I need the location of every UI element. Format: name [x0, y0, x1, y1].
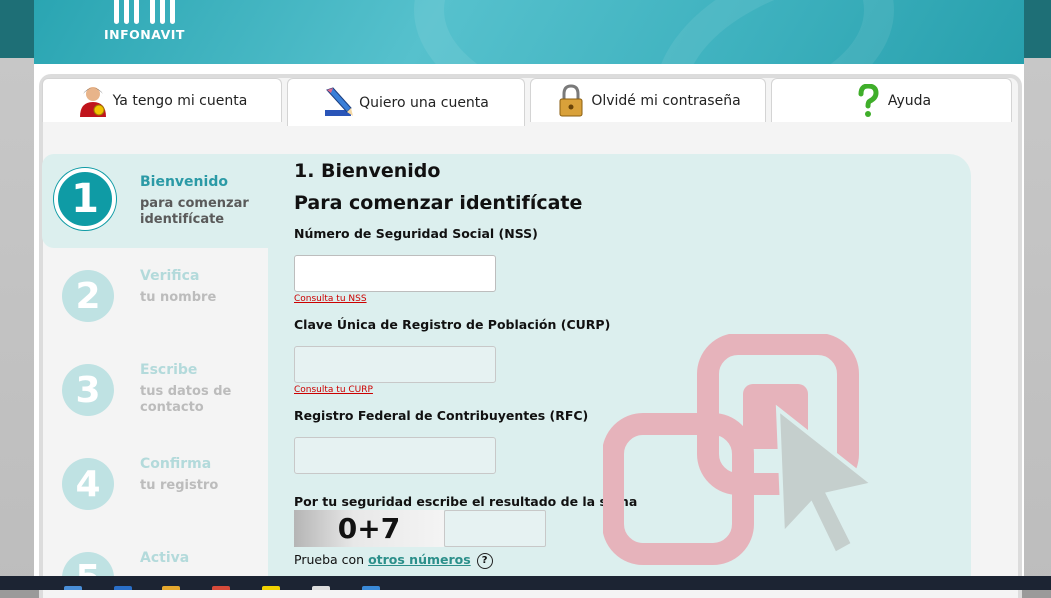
logo-mark-icon	[114, 0, 184, 24]
help-icon[interactable]: ?	[476, 552, 493, 569]
taskbar-app-icon[interactable]	[114, 586, 132, 590]
os-taskbar	[0, 576, 1051, 590]
step-item: 1 Bienvenido para comenzar identifícate	[42, 154, 268, 248]
taskbar-app-icon[interactable]	[212, 586, 230, 590]
curp-label: Clave Única de Registro de Población (CU…	[294, 317, 611, 332]
step-number-badge: 3	[62, 364, 114, 416]
taskbar-app-icon[interactable]	[262, 586, 280, 590]
step-subtitle: tu registro	[140, 478, 219, 493]
registration-content: 1 Bienvenido para comenzar identifícate …	[42, 154, 977, 590]
captcha-refresh-prefix: Prueba con	[294, 552, 369, 567]
step-item: 2 Verifica tu nombre	[42, 248, 268, 342]
tab-olvide-mi-contrasena[interactable]: Olvidé mi contraseña	[530, 78, 766, 122]
consulta-nss-link[interactable]: Consulta tu NSS	[294, 294, 367, 304]
rfc-input[interactable]	[294, 437, 496, 474]
tab-ya-tengo-mi-cuenta[interactable]: Ya tengo mi cuenta	[42, 78, 282, 122]
step-item: 3 Escribe tus datos de contacto	[42, 342, 268, 436]
step-subtitle: tus datos de contacto	[140, 384, 232, 415]
taskbar-app-icon[interactable]	[312, 586, 330, 590]
captcha-refresh-row: Prueba con otros números?	[294, 552, 493, 569]
captcha-label: Por tu seguridad escribe el resultado de…	[294, 494, 638, 509]
step-title: Confirma	[140, 456, 212, 472]
header-wave-decoration	[654, 0, 1024, 64]
infonavit-logo[interactable]: INFONAVIT	[104, 0, 194, 44]
step-item: 4 Confirma tu registro	[42, 436, 268, 530]
captcha-answer-input[interactable]	[444, 510, 546, 547]
step-number-badge: 4	[62, 458, 114, 510]
tab-label: Quiero una cuenta	[359, 94, 489, 111]
rfc-label: Registro Federal de Contribuyentes (RFC)	[294, 408, 589, 423]
padlock-icon	[555, 83, 587, 118]
page-background-left	[0, 0, 34, 590]
page-background-right	[1024, 0, 1051, 590]
nss-input[interactable]	[294, 255, 496, 292]
tab-label: Ya tengo mi cuenta	[112, 92, 248, 109]
logo-text: INFONAVIT	[104, 27, 185, 42]
site-header: INFONAVIT	[34, 0, 1024, 64]
pencil-icon	[323, 86, 355, 120]
tab-quiero-una-cuenta[interactable]: Quiero una cuenta	[287, 78, 525, 126]
form-panel: 1. Bienvenido Para comenzar identifícate…	[268, 154, 971, 590]
main-page: Ya tengo mi cuenta Quiero una cuenta Olv…	[34, 64, 1024, 598]
consulta-curp-link[interactable]: Consulta tu CURP	[294, 385, 373, 395]
linked-cursor-watermark-icon	[603, 334, 878, 565]
tab-ayuda[interactable]: Ayuda	[771, 78, 1012, 122]
taskbar-app-icon[interactable]	[64, 586, 82, 590]
step-subtitle: tu nombre	[140, 290, 217, 305]
nss-label: Número de Seguridad Social (NSS)	[294, 226, 538, 241]
step-number-badge: 2	[62, 270, 114, 322]
step-title: Activa	[140, 550, 190, 566]
step-title: Bienvenido	[140, 174, 228, 190]
user-badge-icon	[77, 84, 109, 118]
step-title: Verifica	[140, 268, 200, 284]
tab-label: Olvidé mi contraseña	[591, 92, 741, 109]
tab-bar: Ya tengo mi cuenta Quiero una cuenta Olv…	[42, 78, 1012, 126]
curp-input[interactable]	[294, 346, 496, 383]
question-icon	[852, 82, 884, 118]
step-subtitle: para comenzar identifícate	[140, 196, 249, 227]
step-title: Escribe	[140, 362, 198, 378]
step-list: 1 Bienvenido para comenzar identifícate …	[42, 154, 268, 590]
step-number-badge: 1	[54, 168, 116, 230]
form-subheading: Para comenzar identifícate	[294, 192, 583, 214]
otros-numeros-link[interactable]: otros números	[368, 552, 471, 567]
taskbar-app-icon[interactable]	[162, 586, 180, 590]
tab-label: Ayuda	[887, 92, 932, 109]
captcha-image: 0+7	[294, 510, 444, 547]
taskbar-app-icon[interactable]	[362, 586, 380, 590]
form-heading: 1. Bienvenido	[294, 160, 441, 182]
